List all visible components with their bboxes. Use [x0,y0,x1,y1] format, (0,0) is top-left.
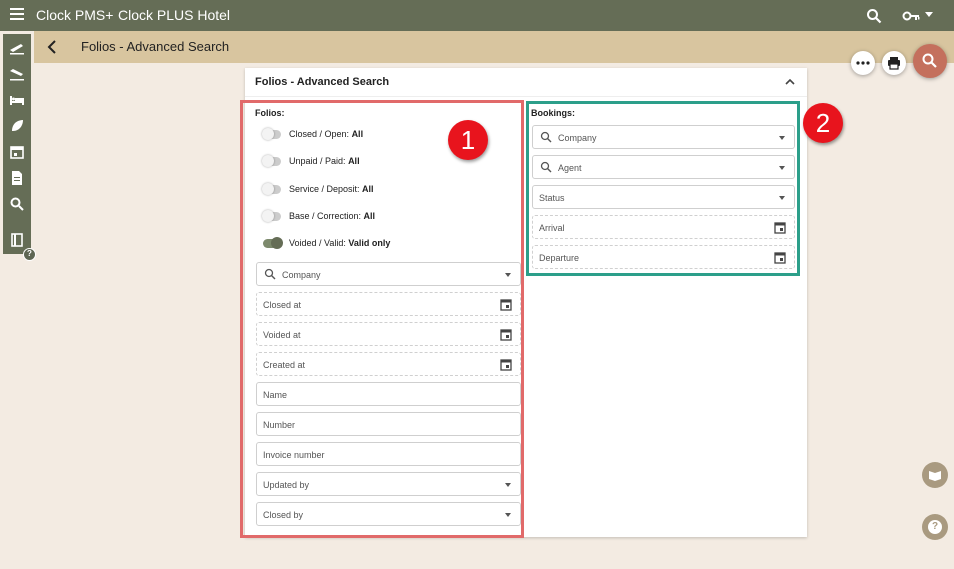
help-badge-icon[interactable]: ? [23,248,36,261]
departures-icon[interactable] [9,66,25,82]
more-options-button[interactable] [851,51,875,75]
search-button[interactable] [913,44,947,78]
hamburger-menu-icon[interactable] [10,8,24,22]
annotation-marker-2: 2 [803,103,843,143]
app-name: Clock PMS+ [36,7,114,23]
more-icon [856,61,870,65]
page-header: Folios - Advanced Search [34,31,954,63]
book-open-icon [929,471,941,481]
guide-book-button[interactable] [922,462,948,488]
key-icon[interactable] [902,9,920,23]
calendar-icon[interactable] [9,144,25,160]
search-icon[interactable] [9,196,25,212]
rooms-icon[interactable] [9,92,25,108]
print-button[interactable] [882,51,906,75]
search-icon[interactable] [866,8,882,24]
help-icon: ? [928,520,942,534]
arrivals-icon[interactable] [9,40,25,56]
account-dropdown-icon[interactable] [925,12,933,17]
left-sidebar: ? [3,34,36,261]
book-icon[interactable] [9,232,25,248]
panel-divider [245,96,807,97]
back-arrow-icon[interactable] [46,40,60,54]
documents-icon[interactable] [9,170,25,186]
top-bar: Clock PMS+ Clock PLUS Hotel [0,0,954,31]
search-icon [922,53,937,68]
bookings-highlight-box [526,101,800,276]
help-button[interactable]: ? [922,514,948,540]
panel-title: Folios - Advanced Search [255,76,390,88]
print-icon [888,57,900,70]
page-title: Folios - Advanced Search [81,39,230,54]
housekeeping-icon[interactable] [9,118,25,134]
chevron-up-icon[interactable] [785,78,795,86]
folios-highlight-box [240,100,524,538]
hotel-name[interactable]: Clock PLUS Hotel [118,7,230,23]
annotation-marker-1: 1 [448,120,488,160]
